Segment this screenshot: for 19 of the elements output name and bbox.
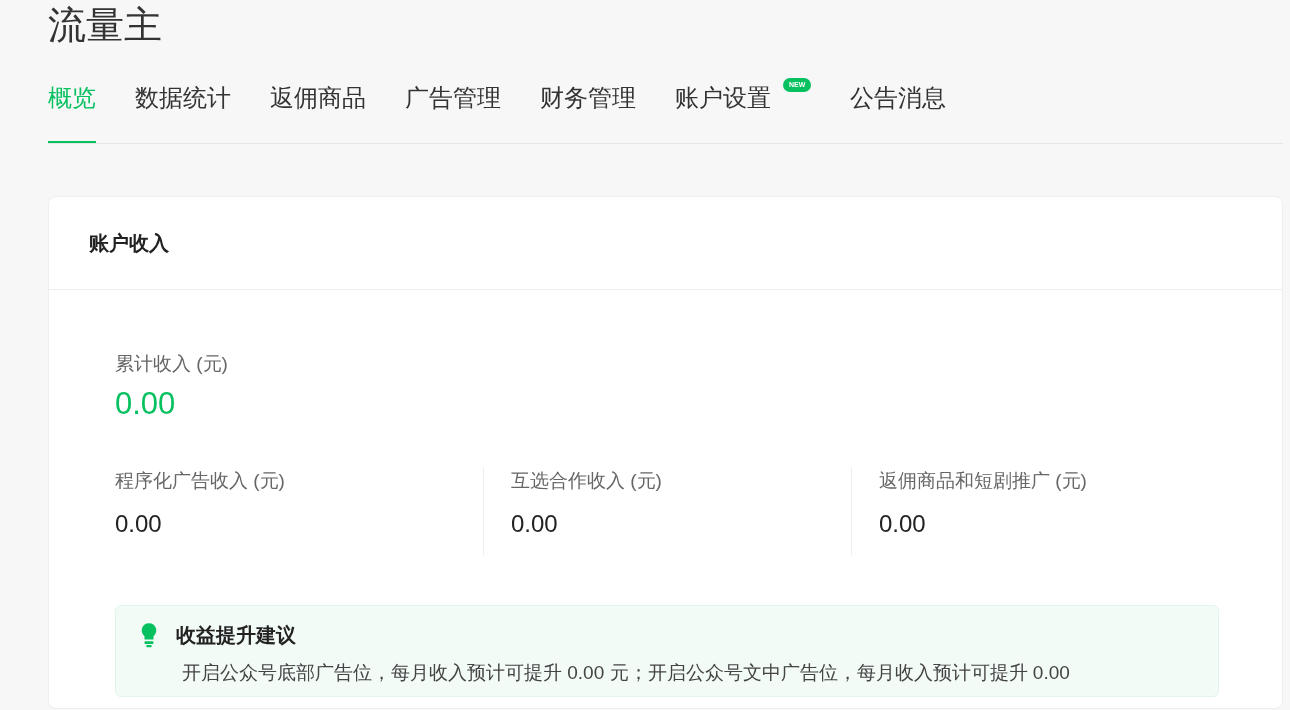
nav-tab[interactable]: 数据统计 [135, 82, 231, 143]
stat-value: 0.00 [511, 509, 559, 539]
suggestion-text: 开启公众号底部广告位，每月收入预计可提升 0.00 元；开启公众号文中广告位，每月收入预计可提升 0.00 [182, 661, 1071, 685]
nav-tab[interactable]: 账户设置 [675, 82, 771, 143]
nav-tab[interactable]: 广告管理 [405, 82, 501, 143]
stat-label: 返佣商品和短剧推广 (元) [879, 469, 1088, 493]
stat-label: 互选合作收入 (元) [511, 469, 663, 493]
nav-tab[interactable]: 返佣商品 [270, 82, 366, 143]
nav-tab[interactable]: 财务管理 [540, 82, 636, 143]
stat-label: 程序化广告收入 (元) [115, 469, 286, 493]
stat-label: 累计收入 (元) [115, 352, 229, 376]
nav-tab[interactable]: 公告消息 [850, 82, 947, 143]
stat-value: 0.00 [115, 509, 163, 539]
stat-value: 0.00 [879, 509, 927, 539]
card-title: 账户收入 [89, 231, 169, 256]
page-title: 流量主 [48, 3, 163, 48]
lightbulb-icon [140, 622, 158, 648]
suggestion-title: 收益提升建议 [176, 623, 296, 648]
stat-value: 0.00 [115, 385, 177, 423]
